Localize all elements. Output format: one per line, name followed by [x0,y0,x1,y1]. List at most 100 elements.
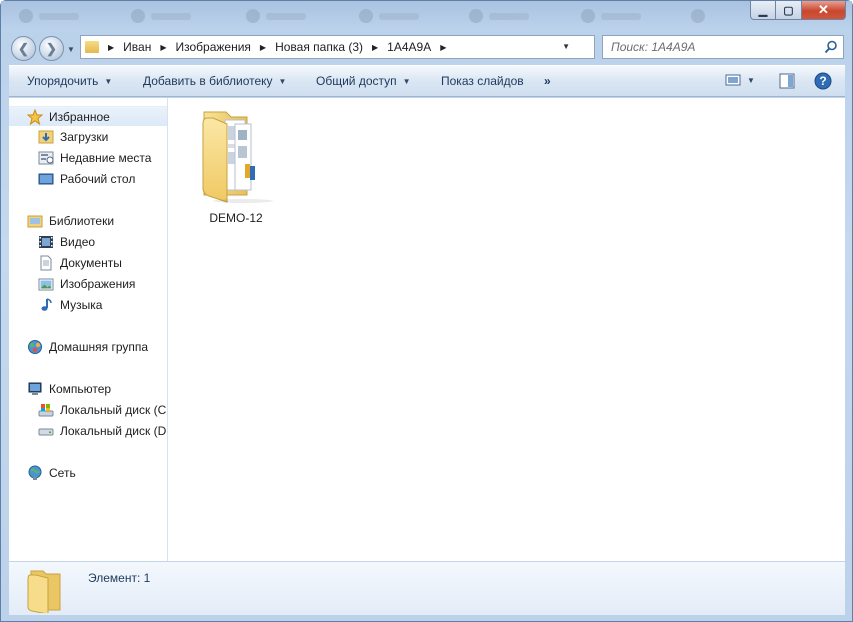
nav-label: Загрузки [60,130,109,144]
folder-icon [202,111,273,203]
desktop-icon [38,173,54,185]
documents-icon [40,255,52,271]
nav-label: Документы [60,256,122,270]
nav-network[interactable]: Сеть [9,463,167,483]
nav-label: Избранное [49,109,110,124]
nav-libraries[interactable]: Библиотеки [9,211,167,231]
navigation-pane: Избранное Загрузки Недавние места Рабочи… [9,98,168,561]
taskbar-ghost [131,6,221,26]
address-dropdown-icon[interactable]: ▼ [562,42,570,51]
recent-places-icon [38,151,54,165]
share-button[interactable]: Общий доступ ▼ [316,74,411,88]
breadcrumb-separator-icon[interactable]: ▶ [440,43,446,52]
nav-music[interactable]: Музыка [9,295,167,315]
svg-text:?: ? [819,74,826,88]
back-button[interactable]: ❮ [11,36,36,61]
breadcrumb-item[interactable]: Новая папка (3) [275,40,363,54]
nav-homegroup[interactable]: Домашняя группа [9,337,167,357]
nav-recent-places[interactable]: Недавние места [9,148,167,168]
nav-label: Локальный диск (C [60,403,167,417]
folder-icon [27,570,61,613]
minimize-button[interactable]: ▁ [750,1,776,20]
nav-favorites[interactable]: Избранное [9,106,167,126]
help-icon: ? [814,72,832,90]
nav-disk-c[interactable]: Локальный диск (C [9,400,167,420]
nav-label: Рабочий стол [60,172,136,186]
folder-name: DEMO-12 [209,211,263,225]
chevron-down-icon: ▼ [104,76,113,86]
preview-pane-icon [779,73,795,89]
nav-label: Изображения [60,277,136,291]
nav-pictures[interactable]: Изображения [9,274,167,294]
taskbar-ghost [359,6,449,26]
search-input[interactable]: Поиск: 1A4A9A [602,35,844,59]
nav-label: Компьютер [49,382,112,396]
breadcrumb-item[interactable]: Иван [123,40,151,54]
pictures-icon [38,278,54,291]
nav-label: Сеть [49,466,76,480]
view-icon [725,74,741,86]
arrow-left-icon: ❮ [18,40,29,56]
explorer-window: ▁ ▢ ✕ ❮ ❯ ▼ ▶ Иван ▶ Изображения ▶ Новая… [0,0,853,622]
details-pane: Элемент: 1 [9,561,845,615]
help-button[interactable]: ? [814,72,832,90]
breadcrumb-separator-icon[interactable]: ▶ [108,43,114,52]
system-disk-icon [38,404,54,417]
address-bar[interactable]: ▶ Иван ▶ Изображения ▶ Новая папка (3) ▶… [80,35,669,59]
recent-pages-dropdown[interactable]: ▼ [67,45,75,54]
folder-item[interactable]: DEMO-12 [188,104,284,225]
command-bar: Упорядочить ▼ Добавить в библиотеку ▼ Об… [9,65,845,97]
add-to-library-label: Добавить в библиотеку [143,74,273,88]
homegroup-icon [28,340,42,354]
chevron-down-icon: ▼ [278,76,287,86]
nav-desktop[interactable]: Рабочий стол [9,169,167,189]
search-icon[interactable] [824,40,838,54]
taskbar-ghost [581,6,671,26]
nav-documents[interactable]: Документы [9,253,167,273]
video-icon [39,236,53,248]
more-commands-button[interactable]: » [544,74,551,88]
organize-button[interactable]: Упорядочить ▼ [27,74,112,88]
nav-downloads[interactable]: Загрузки [9,127,167,147]
preview-pane-button[interactable] [779,73,795,89]
slideshow-label: Показ слайдов [441,74,524,88]
nav-computer[interactable]: Компьютер [9,379,167,399]
breadcrumb-item[interactable]: 1A4A9A [387,40,431,54]
taskbar-ghost [246,6,336,26]
downloads-folder-icon [38,130,54,144]
music-icon [41,298,52,311]
change-view-button[interactable]: ▼ [725,73,755,87]
libraries-icon [27,215,43,228]
computer-icon [28,382,42,395]
nav-label: Видео [60,235,96,249]
organize-label: Упорядочить [27,74,99,88]
share-label: Общий доступ [316,74,397,88]
chevron-down-icon: ▼ [402,76,411,86]
forward-button[interactable]: ❯ [39,36,64,61]
item-count: Элемент: 1 [88,571,151,585]
taskbar-ghost [691,6,731,26]
nav-video[interactable]: Видео [9,232,167,252]
breadcrumb-item[interactable]: Изображения [175,40,250,54]
network-icon [28,465,42,480]
arrow-right-icon: ❯ [46,40,57,56]
nav-label: Библиотеки [49,214,115,228]
maximize-button[interactable]: ▢ [776,1,802,20]
breadcrumb-separator-icon[interactable]: ▶ [372,43,378,52]
folder-icon [85,41,99,53]
breadcrumb-separator-icon[interactable]: ▶ [160,43,166,52]
close-button[interactable]: ✕ [802,1,846,20]
slideshow-button[interactable]: Показ слайдов [441,74,524,88]
add-to-library-button[interactable]: Добавить в библиотеку ▼ [143,74,286,88]
file-list: DEMO-12 [168,98,845,561]
nav-disk-d[interactable]: Локальный диск (D [9,421,167,441]
nav-label: Локальный диск (D [60,424,167,438]
breadcrumb-separator-icon[interactable]: ▶ [260,43,266,52]
nav-label: Музыка [60,298,103,312]
nav-label: Домашняя группа [49,340,149,354]
search-placeholder: Поиск: 1A4A9A [611,40,696,54]
title-bar: ▁ ▢ ✕ [1,1,852,31]
chevron-down-icon[interactable]: ▼ [747,76,755,85]
navigation-row: ❮ ❯ ▼ ▶ Иван ▶ Изображения ▶ Новая папка… [1,33,852,63]
star-icon [27,108,43,125]
